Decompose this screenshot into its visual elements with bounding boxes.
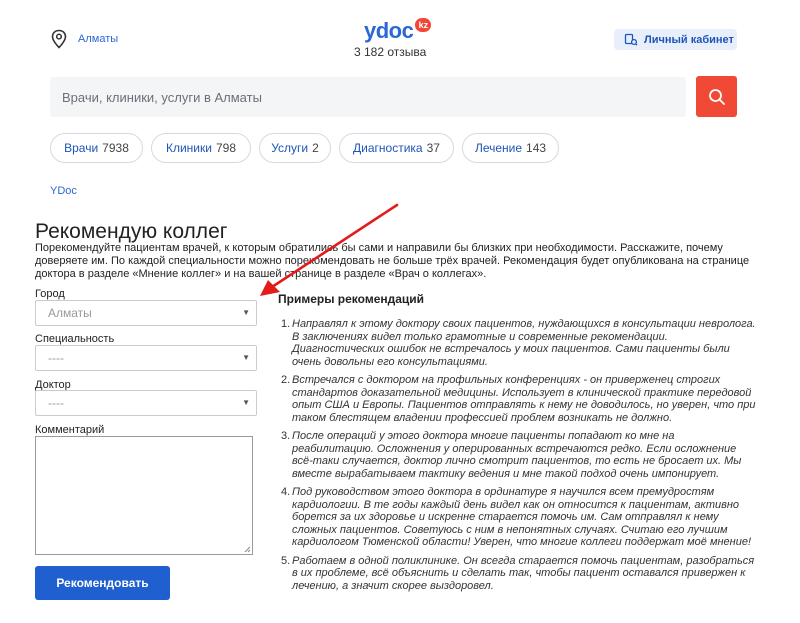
recommend-button[interactable]: Рекомендовать bbox=[35, 566, 170, 600]
search-input[interactable] bbox=[50, 77, 686, 117]
list-item: 4. Под руководством этого доктора в ордин… bbox=[278, 486, 758, 549]
search-bar bbox=[50, 77, 686, 117]
item-number: 1. bbox=[281, 318, 291, 330]
doctor-select[interactable]: ---- ▼ bbox=[35, 390, 257, 416]
chip-label: Диагностика bbox=[353, 141, 423, 155]
city-select[interactable]: Алматы ▼ bbox=[35, 300, 257, 326]
item-number: 5. bbox=[281, 554, 291, 567]
chip-diagnostics[interactable]: Диагностика 37 bbox=[339, 133, 454, 163]
list-item: 3. После операций у этого доктора многие … bbox=[278, 430, 758, 480]
reviews-count[interactable]: 3 182 отзыва bbox=[354, 45, 434, 59]
item-number: 2. bbox=[281, 374, 291, 386]
city-selector[interactable]: Алматы bbox=[50, 29, 118, 49]
comment-textarea[interactable] bbox=[35, 436, 253, 555]
specialty-select-value: ---- bbox=[48, 351, 64, 365]
list-item: 1. Направлял к этому доктору своих пациен… bbox=[278, 318, 758, 368]
item-number: 3. bbox=[281, 430, 291, 442]
breadcrumb[interactable]: YDoc bbox=[50, 185, 77, 197]
chip-label: Услуги bbox=[271, 141, 309, 155]
personal-cabinet-button[interactable]: Личный кабинет bbox=[614, 29, 737, 50]
chip-clinics[interactable]: Клиники 798 bbox=[151, 133, 251, 163]
chip-services[interactable]: Услуги 2 bbox=[259, 133, 331, 163]
specialty-select[interactable]: ---- ▼ bbox=[35, 345, 257, 371]
cabinet-user-icon bbox=[624, 33, 638, 46]
chip-count: 143 bbox=[526, 141, 547, 155]
chip-label: Врачи bbox=[64, 141, 99, 155]
city-select-value: Алматы bbox=[48, 306, 92, 320]
chip-count: 37 bbox=[426, 141, 440, 155]
specialty-field-label: Специальность bbox=[35, 333, 115, 345]
examples-title: Примеры рекомендаций bbox=[278, 292, 425, 306]
page-description: Порекомендуйте пациентам врачей, к котор… bbox=[35, 242, 750, 280]
chip-label: Клиники bbox=[165, 141, 212, 155]
item-text: После операций у этого доктора многие па… bbox=[292, 430, 742, 480]
comment-field-label: Комментарий bbox=[35, 424, 105, 436]
chip-count: 2 bbox=[312, 141, 319, 155]
chip-doctors[interactable]: Врачи 7938 bbox=[50, 133, 143, 163]
item-number: 4. bbox=[281, 486, 291, 498]
item-text: Под руководством этого доктора в ординат… bbox=[292, 486, 752, 548]
category-chips: Врачи 7938 Клиники 798 Услуги 2 Диагностика… bbox=[50, 133, 567, 163]
search-button[interactable] bbox=[696, 76, 737, 117]
chevron-down-icon: ▼ bbox=[242, 353, 250, 362]
examples-list: 1. Направлял к этому доктору своих пациен… bbox=[278, 318, 758, 598]
header: Алматы ydoc kz 3 182 отзыва Личный кабин… bbox=[0, 0, 800, 66]
doctor-select-value: ---- bbox=[48, 396, 64, 410]
item-text: Направлял к этому доктору своих пациенто… bbox=[292, 318, 756, 368]
item-text: Работаем в одной поликлинике. Он всегда … bbox=[292, 554, 755, 592]
city-field-label: Город bbox=[35, 288, 65, 300]
logo[interactable]: ydoc kz bbox=[364, 18, 432, 44]
chip-count: 798 bbox=[215, 141, 236, 155]
item-text: Встречался с доктором на профильных конф… bbox=[292, 374, 756, 424]
page-title: Рекомендую коллег bbox=[35, 220, 228, 243]
location-pin-icon bbox=[51, 29, 67, 49]
search-icon bbox=[708, 88, 725, 105]
cabinet-label: Личный кабинет bbox=[644, 33, 734, 46]
chip-treatment[interactable]: Лечение 143 bbox=[462, 133, 559, 163]
chevron-down-icon: ▼ bbox=[242, 308, 250, 317]
chip-label: Лечение bbox=[474, 141, 523, 155]
logo-badge: kz bbox=[415, 18, 432, 32]
logo-text: ydoc bbox=[364, 18, 414, 43]
city-label: Алматы bbox=[78, 33, 119, 45]
list-item: 2. Встречался с доктором на профильных ко… bbox=[278, 374, 758, 424]
list-item: 5. Работаем в одной поликлинике. Он всегд… bbox=[278, 555, 758, 593]
chevron-down-icon: ▼ bbox=[242, 398, 250, 407]
resize-handle-icon[interactable] bbox=[243, 545, 251, 553]
chip-count: 7938 bbox=[102, 141, 129, 155]
